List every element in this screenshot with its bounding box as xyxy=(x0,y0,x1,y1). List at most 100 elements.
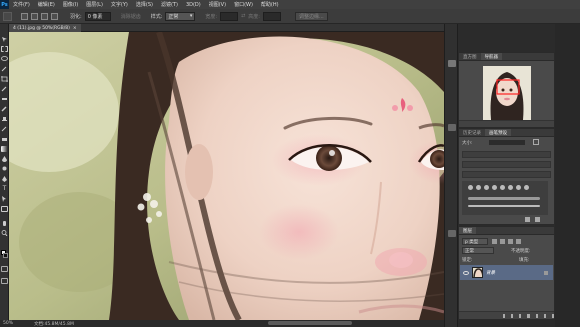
blend-mode-select[interactable]: 正常 xyxy=(462,247,494,254)
layer-kind-filter[interactable]: p 类型 xyxy=(462,238,488,245)
healing-icon[interactable] xyxy=(1,96,8,102)
new-brush-icon[interactable] xyxy=(525,217,530,222)
navigator-collapsed-icon[interactable] xyxy=(448,60,456,67)
brush-icon[interactable] xyxy=(1,106,8,112)
layer-name[interactable]: 背景 xyxy=(486,270,495,276)
navigator-zoom-slider[interactable] xyxy=(459,120,554,127)
eraser-icon[interactable] xyxy=(1,136,8,142)
shape-icon[interactable] xyxy=(1,206,8,212)
zoom-icon[interactable] xyxy=(1,230,8,236)
menu-view[interactable]: 视图(V) xyxy=(205,1,230,8)
menu-edit[interactable]: 编辑(E) xyxy=(34,1,59,8)
antialias-checkbox[interactable]: 消除锯齿 xyxy=(121,13,141,20)
height-input[interactable] xyxy=(262,11,281,21)
add-selection-icon[interactable] xyxy=(31,12,38,20)
opacity-label: 不透明度: xyxy=(511,249,531,254)
tab-history[interactable]: 历史记录 xyxy=(459,129,485,136)
tab-navigator[interactable]: 导航器 xyxy=(480,53,502,60)
layer-thumbnail xyxy=(472,267,483,278)
brush-list-row[interactable] xyxy=(462,151,551,158)
marquee-preset-icon[interactable] xyxy=(3,11,12,21)
layer-row-background[interactable]: 背景 xyxy=(460,265,553,280)
document-tab[interactable]: 4 (11).jpg @ 50%(RGB/8) × xyxy=(9,24,81,32)
new-layer-icon[interactable] xyxy=(543,313,546,318)
style-select-value: 正常 xyxy=(168,13,179,20)
brush-preview-list[interactable] xyxy=(462,181,548,215)
layer-style-icon[interactable] xyxy=(511,313,514,318)
portrait-image xyxy=(9,32,444,320)
new-selection-icon[interactable] xyxy=(21,12,28,20)
menu-filter[interactable]: 滤镜(T) xyxy=(157,1,182,8)
swap-icon[interactable]: ⇄ xyxy=(241,13,245,19)
layers-collapsed-icon[interactable] xyxy=(448,230,456,237)
new-group-icon[interactable] xyxy=(535,313,538,318)
menu-3d[interactable]: 3D(D) xyxy=(182,2,205,8)
tab-histogram[interactable]: 直方图 xyxy=(459,53,481,60)
filter-pixel-icon[interactable] xyxy=(492,239,497,244)
close-icon[interactable]: × xyxy=(73,26,77,31)
move-icon[interactable] xyxy=(1,36,8,42)
navigator-thumbnail[interactable] xyxy=(483,66,531,120)
brush-collapsed-icon[interactable] xyxy=(448,124,456,131)
menu-help[interactable]: 帮助(H) xyxy=(257,1,283,8)
document-canvas[interactable] xyxy=(9,32,444,320)
blur-icon[interactable] xyxy=(1,156,8,162)
background-color-swatch[interactable] xyxy=(3,253,8,258)
path-select-icon[interactable] xyxy=(1,196,8,202)
refine-edge-button[interactable]: 调整边缘... xyxy=(294,11,328,21)
swap-colors-icon[interactable] xyxy=(1,242,8,248)
subtract-selection-icon[interactable] xyxy=(41,12,48,20)
filter-adjust-icon[interactable] xyxy=(500,239,505,244)
link-layers-icon[interactable] xyxy=(503,313,506,318)
menu-layer[interactable]: 图层(L) xyxy=(82,1,107,8)
screen-mode-icon[interactable] xyxy=(1,278,8,284)
horizontal-scrollbar[interactable] xyxy=(268,321,352,325)
eyedropper-icon[interactable] xyxy=(1,86,8,92)
adjustment-layer-icon[interactable] xyxy=(527,313,530,318)
brush-list-row[interactable] xyxy=(462,171,551,178)
hand-icon[interactable] xyxy=(1,220,8,226)
layer-mask-icon[interactable] xyxy=(519,313,522,318)
tab-brush-presets[interactable]: 画笔预设 xyxy=(485,129,511,136)
feather-input[interactable]: 0 像素 xyxy=(84,11,111,21)
marquee-icon[interactable] xyxy=(1,46,8,52)
brush-panel-icon[interactable] xyxy=(533,139,539,145)
brush-panel-tabs: 历史记录 画笔预设 xyxy=(459,129,554,137)
menu-window[interactable]: 窗口(W) xyxy=(230,1,257,8)
zoom-level[interactable]: 50% xyxy=(0,321,30,326)
brush-size-slider[interactable] xyxy=(489,140,525,145)
crop-icon[interactable] xyxy=(1,76,8,82)
fill-label: 填充: xyxy=(519,258,530,263)
filter-shape-icon[interactable] xyxy=(516,239,521,244)
delete-layer-icon[interactable] xyxy=(551,313,554,318)
filter-type-icon[interactable] xyxy=(508,239,513,244)
width-input[interactable] xyxy=(220,11,239,21)
document-size-info: 文档:45.8M/45.8M xyxy=(34,321,74,327)
menu-select[interactable]: 选择(S) xyxy=(132,1,157,8)
panel-icon-strip xyxy=(444,24,458,327)
type-icon[interactable]: T xyxy=(1,186,8,192)
dodge-icon[interactable] xyxy=(1,166,8,172)
menu-file[interactable]: 文件(F) xyxy=(9,1,34,8)
menu-image[interactable]: 图像(I) xyxy=(59,1,82,8)
menu-type[interactable]: 文字(Y) xyxy=(107,1,132,8)
eye-icon[interactable] xyxy=(463,270,469,275)
pen-icon[interactable] xyxy=(1,176,8,182)
gradient-icon[interactable] xyxy=(1,146,8,152)
layers-panel: 图层 p 类型 正常 不透明度: 锁定: 填充: 背景 xyxy=(458,226,555,320)
history-brush-icon[interactable] xyxy=(1,126,8,132)
brush-size-label: 大小: xyxy=(462,141,473,146)
lock-icon xyxy=(544,270,548,275)
style-select[interactable]: 正常 ▾ xyxy=(165,11,196,21)
stamp-icon[interactable] xyxy=(1,116,8,122)
intersect-selection-icon[interactable] xyxy=(51,12,58,20)
workspace-background xyxy=(555,24,580,327)
layers-panel-tabs: 图层 xyxy=(459,227,554,235)
brush-list-row[interactable] xyxy=(462,161,551,168)
chevron-down-icon: ▾ xyxy=(189,13,193,19)
quick-mask-icon[interactable] xyxy=(1,266,8,272)
lasso-icon[interactable] xyxy=(1,56,8,62)
quick-select-icon[interactable] xyxy=(1,66,8,72)
delete-brush-icon[interactable] xyxy=(535,217,540,222)
tab-layers[interactable]: 图层 xyxy=(459,227,476,234)
